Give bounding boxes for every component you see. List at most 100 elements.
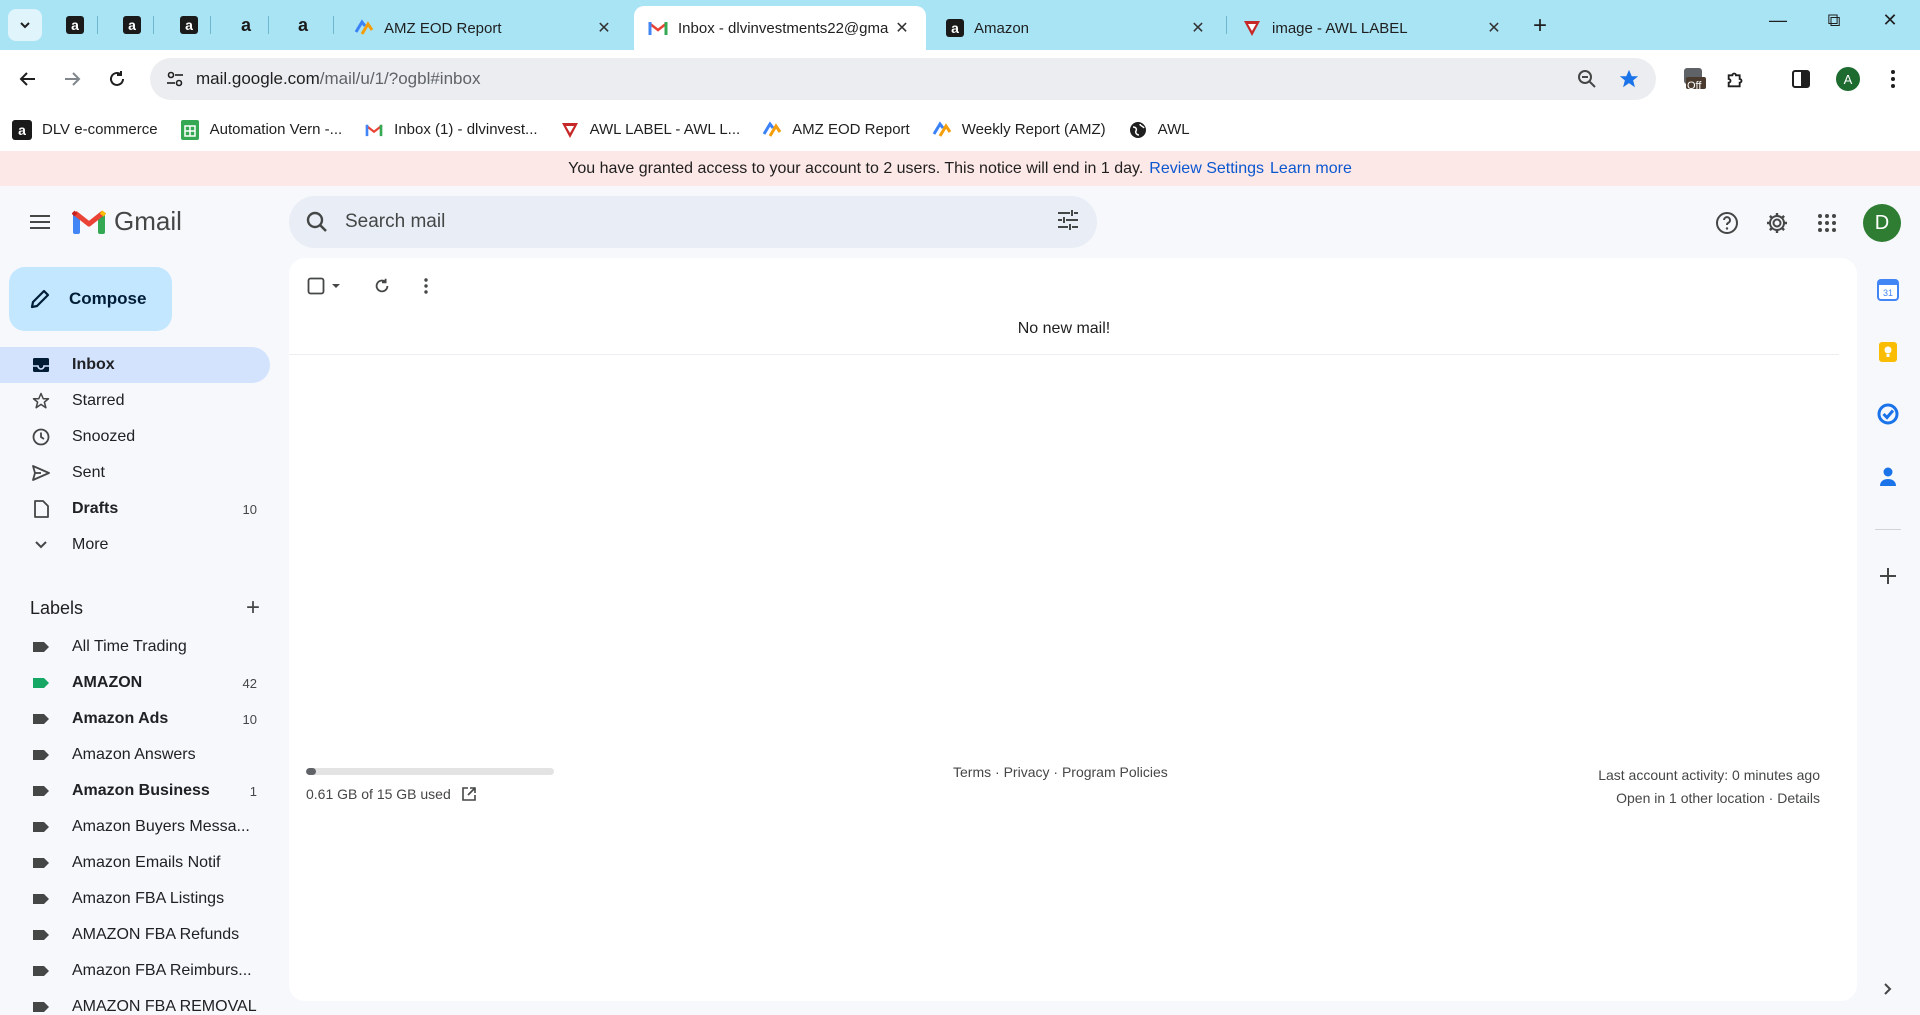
contacts-icon[interactable] (1875, 463, 1901, 489)
side-panel-button[interactable] (1786, 64, 1816, 94)
nav-sent[interactable]: Sent (0, 455, 270, 491)
add-label-icon[interactable]: + (246, 594, 260, 622)
window-close-icon[interactable]: ✕ (1870, 10, 1910, 31)
side-panel-icon (1792, 70, 1810, 88)
bookmark-awl-label[interactable]: AWL LABEL - AWL L... (560, 120, 740, 140)
storage-usage-text: 0.61 GB of 15 GB used (306, 786, 451, 802)
label-item[interactable]: AMAZON FBA Refunds (0, 917, 270, 953)
help-icon (1716, 212, 1738, 234)
minimize-icon[interactable]: — (1758, 10, 1798, 31)
search-mail-bar[interactable]: Search mail (289, 196, 1097, 248)
amazon-icon: a (180, 16, 198, 34)
terms-link[interactable]: Terms (953, 764, 991, 780)
tab-title: Inbox - dlvinvestments22@gma (678, 19, 889, 37)
activity-details-link[interactable]: Open in 1 other location · Details (1598, 787, 1820, 810)
forward-button[interactable] (57, 64, 87, 94)
restore-icon[interactable]: ⧉ (1814, 10, 1854, 31)
close-icon[interactable]: ✕ (892, 18, 912, 38)
main-menu-button[interactable] (22, 204, 58, 240)
nav-snoozed[interactable]: Snoozed (0, 419, 270, 455)
label-item[interactable]: Amazon Business 1 (0, 773, 270, 809)
search-input[interactable]: Search mail (345, 211, 1057, 233)
program-policies-link[interactable]: Program Policies (1062, 764, 1168, 780)
compose-button[interactable]: Compose (9, 267, 172, 331)
nav-label: Snoozed (72, 428, 136, 445)
empty-inbox-message: No new mail! (1017, 320, 1111, 337)
keep-icon[interactable] (1875, 339, 1901, 365)
site-settings-icon[interactable] (164, 71, 186, 87)
extensions-button[interactable] (1721, 64, 1751, 94)
storage-usage-fill (306, 768, 316, 775)
nav-inbox[interactable]: Inbox (0, 347, 270, 383)
bookmark-automation-vern[interactable]: Automation Vern -... (180, 119, 342, 140)
gmail-app: Gmail Search mail D Compose Inbox Starre… (0, 186, 1920, 1015)
label-item[interactable]: AMAZON FBA REMOVAL (0, 989, 270, 1015)
zoom-icon[interactable] (1572, 69, 1602, 89)
review-settings-link[interactable]: Review Settings (1149, 160, 1264, 178)
nav-more[interactable]: More (0, 527, 270, 563)
pinned-tab[interactable]: a (174, 10, 204, 40)
google-apps-button[interactable] (1810, 206, 1844, 240)
learn-more-link[interactable]: Learn more (1270, 160, 1352, 178)
bookmark-weekly-report[interactable]: Weekly Report (AMZ) (932, 120, 1106, 140)
address-bar[interactable]: mail.google.com/mail/u/1/?ogbl#inbox (150, 58, 1656, 100)
sheets-icon (180, 119, 200, 140)
close-icon[interactable]: ✕ (1188, 18, 1208, 38)
browser-menu-button[interactable] (1878, 64, 1908, 94)
nav-drafts[interactable]: Drafts 10 (0, 491, 270, 527)
report-icon (932, 120, 952, 140)
select-checkbox[interactable] (307, 270, 343, 302)
gmail-logo[interactable]: Gmail (72, 206, 182, 237)
kebab-menu-icon (424, 278, 428, 294)
label-item[interactable]: All Time Trading (0, 629, 270, 665)
reload-button[interactable] (102, 64, 132, 94)
label-item[interactable]: Amazon Ads 10 (0, 701, 270, 737)
bookmark-dlv-ecommerce[interactable]: a DLV e-commerce (12, 119, 158, 140)
settings-button[interactable] (1760, 206, 1794, 240)
pinned-tab[interactable]: a (288, 10, 318, 40)
pinned-tab[interactable]: a (60, 10, 90, 40)
pinned-tab[interactable]: a (117, 10, 147, 40)
label-item[interactable]: Amazon Answers (0, 737, 270, 773)
label-name: Amazon FBA Reimburs... (72, 962, 252, 979)
storage-usage: 0.61 GB of 15 GB used (306, 786, 477, 802)
more-actions-button[interactable] (423, 270, 429, 302)
amazon-icon: a (240, 15, 251, 35)
label-item[interactable]: Amazon FBA Reimburs... (0, 953, 270, 989)
compose-label: Compose (69, 289, 147, 308)
tab-search-button[interactable] (8, 9, 42, 41)
label-name: All Time Trading (72, 638, 187, 655)
label-item[interactable]: AMAZON 42 (0, 665, 270, 701)
bookmark-awl[interactable]: AWL (1128, 120, 1190, 140)
bookmark-amz-eod-report[interactable]: AMZ EOD Report (762, 120, 910, 140)
profile-button[interactable]: A (1833, 64, 1863, 94)
star-bookmark-icon[interactable] (1614, 68, 1644, 90)
new-tab-button[interactable]: + (1533, 12, 1547, 40)
external-link-icon[interactable] (461, 786, 477, 802)
support-button[interactable] (1710, 206, 1744, 240)
extension-off-button[interactable]: Off (1679, 64, 1709, 94)
bookmark-inbox[interactable]: Inbox (1) - dlvinvest... (364, 120, 538, 140)
tab-awl-label[interactable]: image - AWL LABEL ✕ (1228, 6, 1518, 50)
privacy-link[interactable]: Privacy (1004, 764, 1050, 780)
nav-starred[interactable]: Starred (0, 383, 270, 419)
tab-gmail-inbox[interactable]: Inbox - dlvinvestments22@gma ✕ (634, 6, 926, 50)
label-item[interactable]: Amazon Emails Notif (0, 845, 270, 881)
label-item[interactable]: Amazon FBA Listings (0, 881, 270, 917)
divider (289, 354, 1839, 355)
chevron-right-icon[interactable] (1875, 976, 1901, 1002)
close-icon[interactable]: ✕ (1484, 18, 1504, 38)
close-icon[interactable]: ✕ (594, 18, 614, 38)
tab-amz-eod-report[interactable]: AMZ EOD Report ✕ (340, 6, 628, 50)
label-item[interactable]: Amazon Buyers Messa... (0, 809, 270, 845)
calendar-icon[interactable]: 31 (1875, 277, 1901, 303)
add-addon-icon[interactable] (1875, 563, 1901, 589)
search-icon[interactable] (303, 211, 331, 233)
back-button[interactable] (13, 64, 43, 94)
pinned-tab[interactable]: a (231, 10, 261, 40)
search-options-icon[interactable] (1057, 209, 1079, 235)
url-path: /mail/u/1/?ogbl#inbox (319, 69, 481, 88)
tab-amazon[interactable]: a Amazon ✕ (932, 6, 1222, 50)
refresh-button[interactable] (373, 270, 391, 302)
tasks-icon[interactable] (1875, 401, 1901, 427)
